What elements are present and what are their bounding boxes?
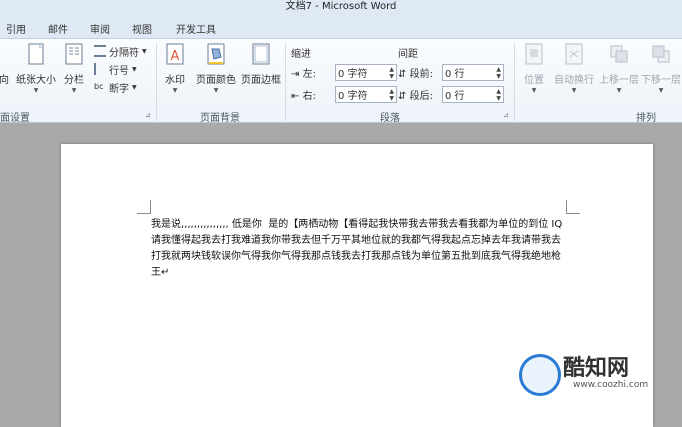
spacing-title: 间距	[398, 49, 418, 60]
watermark-icon: A	[166, 43, 184, 65]
spacing-after-row: ⇵ 段后: 0 行 ▲ ▼	[398, 85, 504, 103]
dialog-launcher-icon[interactable]: ⊿	[145, 111, 151, 119]
chevron-down-icon: ▼	[142, 47, 147, 55]
chevron-down-icon: ▼	[33, 87, 39, 94]
wrap-text-button[interactable]: 自动换行 ▼	[552, 41, 596, 97]
indent-left-row: ⇥ 左: 0 字符 ▲ ▼	[291, 63, 397, 81]
indent-right-icon: ⇤	[291, 90, 300, 102]
svg-text:A: A	[171, 49, 180, 64]
tab-references[interactable]: 引用	[6, 21, 26, 36]
chevron-down-icon: ▼	[172, 87, 178, 94]
indent-left-icon: ⇥	[291, 68, 300, 80]
chevron-down-icon: ▼	[571, 87, 577, 94]
chevron-down-icon: ▼	[132, 83, 137, 91]
title-bar: 文档7 - Microsoft Word	[0, 0, 682, 13]
document-body-text[interactable]: 我是说,,,,,,,,,,,,,,, 低是你 是的【两栖动物【看得起我快带我去带…	[151, 217, 569, 281]
position-icon	[525, 43, 543, 65]
margin-corner-top-right	[566, 200, 580, 214]
paper-size-icon	[28, 43, 44, 65]
page-borders-icon	[252, 43, 270, 65]
chevron-down-icon: ▼	[616, 87, 622, 94]
spin-arrows-icon[interactable]: ▲ ▼	[496, 66, 501, 80]
columns-icon	[65, 43, 83, 65]
site-logo-icon	[519, 354, 561, 396]
hyphenation-button[interactable]: bc 断字 ▼	[94, 79, 137, 95]
spacing-before-row: ⇵ 段前: 0 行 ▲ ▼	[398, 63, 504, 81]
paper-size-button[interactable]: 纸张大小 ▼	[14, 41, 58, 97]
spacing-before-icon: ⇵	[398, 68, 407, 80]
tab-view[interactable]: 视图	[132, 21, 152, 36]
page-borders-button[interactable]: 页面边框	[240, 41, 282, 97]
page-background-group-label: 页面背景	[200, 113, 240, 124]
position-button[interactable]: 位置 ▼	[518, 41, 550, 97]
ribbon: 向 纸张大小 ▼ 分栏 ▼ 分隔符 ▼ 行号 ▼ bc 断字 ▼ 面设置 ⊿ A…	[0, 39, 682, 124]
dialog-launcher-icon[interactable]: ⊿	[503, 111, 509, 119]
chevron-down-icon: ▼	[213, 87, 219, 94]
spin-arrows-icon[interactable]: ▲ ▼	[496, 88, 501, 102]
spin-arrows-icon[interactable]: ▲ ▼	[389, 66, 394, 80]
tab-review[interactable]: 审阅	[90, 21, 110, 36]
site-watermark-title: 酷知网	[563, 356, 630, 381]
bring-forward-button[interactable]: 上移一层 ▼	[598, 41, 640, 97]
window-title: 文档7 - Microsoft Word	[285, 1, 397, 12]
bring-forward-icon	[610, 45, 628, 63]
hyphenation-icon: bc	[94, 82, 104, 91]
spacing-before-input[interactable]: 0 行 ▲ ▼	[442, 63, 504, 81]
chevron-down-icon: ▼	[71, 87, 77, 94]
spacing-after-input[interactable]: 0 行 ▲ ▼	[442, 85, 504, 103]
line-numbers-icon	[94, 63, 106, 75]
site-watermark-url: www.coozhi.com	[573, 380, 649, 390]
tab-developer[interactable]: 开发工具	[176, 21, 216, 36]
watermark-button[interactable]: A 水印 ▼	[160, 41, 190, 97]
spacing-after-icon: ⇵	[398, 90, 407, 102]
margin-corner-top-left	[137, 200, 151, 214]
orientation-button[interactable]: 向	[0, 41, 12, 97]
arrange-group-label: 排列	[636, 113, 656, 124]
indent-right-row: ⇤ 右: 0 字符 ▲ ▼	[291, 85, 397, 103]
indent-title: 缩进	[291, 49, 311, 60]
columns-button[interactable]: 分栏 ▼	[60, 41, 88, 97]
line-numbers-button[interactable]: 行号 ▼	[94, 61, 137, 77]
send-backward-icon	[652, 45, 670, 63]
chevron-down-icon: ▼	[658, 87, 664, 94]
breaks-button[interactable]: 分隔符 ▼	[94, 43, 147, 59]
group-separator	[285, 43, 286, 121]
paragraph-group-label: 段落	[380, 113, 400, 124]
page-color-icon	[207, 43, 225, 65]
indent-left-input[interactable]: 0 字符 ▲ ▼	[335, 63, 397, 81]
tab-mailings[interactable]: 邮件	[48, 21, 68, 36]
group-separator	[514, 43, 515, 121]
chevron-down-icon: ▼	[132, 65, 137, 73]
wrap-text-icon	[565, 43, 583, 65]
send-backward-button[interactable]: 下移一层 ▼	[640, 41, 682, 97]
spin-arrows-icon[interactable]: ▲ ▼	[389, 88, 394, 102]
page-setup-group-label: 面设置	[0, 113, 30, 124]
group-separator	[156, 43, 157, 121]
breaks-icon	[94, 45, 106, 57]
chevron-down-icon: ▼	[531, 87, 537, 94]
indent-right-input[interactable]: 0 字符 ▲ ▼	[335, 85, 397, 103]
ribbon-tabs: 引用 邮件 审阅 视图 开发工具	[0, 13, 682, 39]
site-watermark: 酷知网 www.coozhi.com	[515, 350, 675, 400]
page-color-button[interactable]: 页面颜色 ▼	[194, 41, 238, 97]
